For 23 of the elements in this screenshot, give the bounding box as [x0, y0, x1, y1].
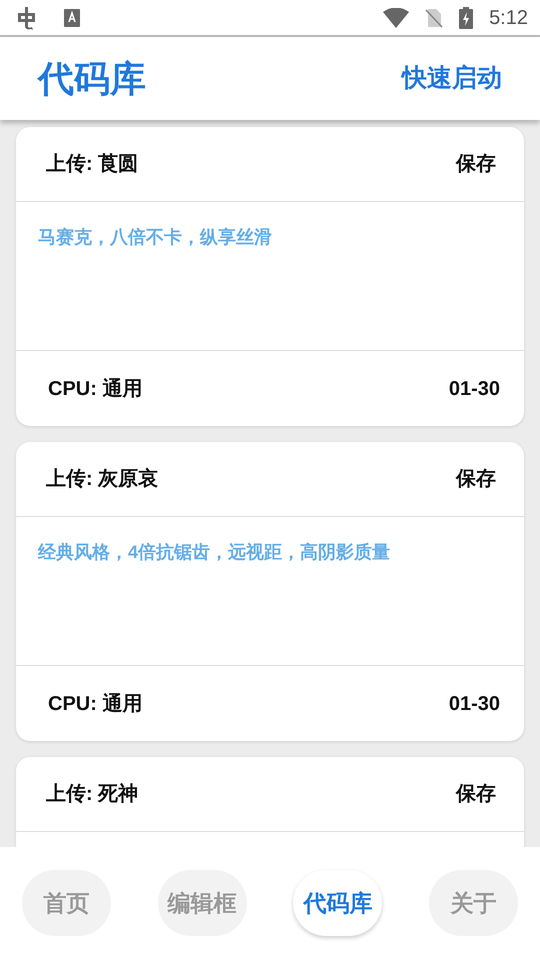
date-text: 01-30 [448, 376, 500, 402]
uploader-label: 上传: 莨圆 [46, 152, 138, 177]
description-text: 经典风格，4倍抗锯齿，远视距，高阴影质量 [38, 541, 392, 564]
clock-time: 5:12 [489, 6, 528, 30]
wifi-icon [383, 8, 410, 28]
save-link[interactable]: 保存 [456, 464, 496, 494]
uploader-label: 上传: 死神 [46, 782, 138, 807]
uploader-label: 上传: 灰原哀 [46, 466, 158, 492]
nav-tab[interactable]: 关于 [428, 870, 518, 936]
no-sim-icon [425, 8, 444, 28]
description-text: 马赛克，八倍不卡，纵享丝滑 [38, 226, 273, 249]
nav-tab[interactable]: 编辑框 [158, 870, 247, 936]
cpu-label: CPU: 通用 [48, 376, 142, 402]
page-title: 代码库 [38, 56, 146, 100]
save-link[interactable]: 保存 [456, 149, 496, 179]
cpu-label: CPU: 通用 [48, 692, 142, 716]
date-text: 01-30 [448, 692, 500, 716]
quick-start-link[interactable]: 快速启动 [402, 60, 502, 98]
battery-icon [459, 6, 474, 28]
nav-tab[interactable]: 首页 [22, 870, 111, 936]
nav-tab[interactable]: 代码库 [293, 870, 382, 936]
save-link[interactable]: 保存 [456, 779, 496, 809]
keyboard-icon [64, 8, 80, 26]
